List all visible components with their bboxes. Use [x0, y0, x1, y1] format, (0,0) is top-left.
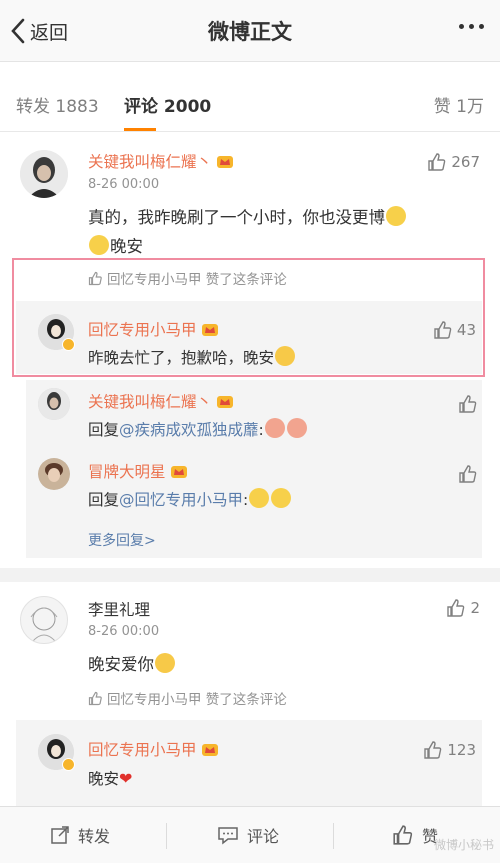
comment-time: 8-26 00:00 — [88, 177, 160, 192]
more-replies-link[interactable]: 更多回复> — [88, 530, 156, 550]
thumbs-up-icon — [88, 271, 102, 285]
nav-bar: 返回 微博正文 — [0, 0, 500, 62]
repost-button[interactable]: 转发 — [50, 823, 110, 847]
like-button[interactable] — [458, 464, 478, 484]
comment-time: 8-26 00:00 — [88, 624, 160, 639]
sad-emoji-icon — [386, 206, 406, 226]
tab-likes[interactable]: 赞 1万 — [434, 92, 484, 117]
avatar[interactable] — [20, 596, 68, 644]
avatar[interactable] — [38, 388, 70, 420]
verified-badge-icon — [62, 758, 75, 771]
like-button[interactable]: 43 — [433, 320, 476, 340]
sub-reply-username[interactable]: 关键我叫梅仁耀丶 — [88, 390, 234, 412]
cat-emoji-icon — [249, 488, 270, 508]
thumbs-up-icon — [428, 153, 446, 171]
reply-text: 昨晚去忙了，抱歉哈，晚安 — [88, 343, 296, 373]
reply-text: 晚安❤ — [88, 769, 133, 788]
thumbs-up-icon — [393, 825, 413, 845]
active-tab-indicator — [124, 128, 156, 131]
divider — [166, 823, 167, 849]
thumbs-up-icon — [459, 465, 477, 483]
like-count: 2 — [470, 599, 480, 617]
dot-icon — [479, 24, 484, 29]
tab-repost[interactable]: 转发 1883 — [16, 92, 99, 117]
liked-by-notice: 回忆专用小马甲 赞了这条评论 — [88, 268, 287, 288]
sub-reply-username[interactable]: 冒牌大明星 — [88, 460, 188, 482]
octopus-emoji-icon — [286, 418, 307, 438]
avatar[interactable] — [38, 458, 70, 490]
like-count: 267 — [451, 153, 480, 171]
comment-username[interactable]: 关键我叫梅仁耀丶 — [88, 150, 234, 172]
like-post-button[interactable]: 赞 — [392, 823, 438, 847]
thumbs-up-icon — [447, 599, 465, 617]
thumbs-up-icon — [424, 741, 442, 759]
crown-badge-icon — [201, 744, 218, 756]
avatar-portrait-icon — [20, 150, 68, 198]
dot-icon — [469, 24, 474, 29]
kiss-emoji-icon — [155, 653, 175, 673]
like-button[interactable]: 2 — [446, 598, 480, 618]
divider — [333, 823, 334, 849]
share-icon — [51, 826, 69, 844]
reply-username[interactable]: 回忆专用小马甲 — [88, 318, 219, 340]
sub-reply-text: 回复@疾病成欢孤独成蘼: — [88, 415, 308, 445]
cat-emoji-icon — [271, 488, 292, 508]
comment-username[interactable]: 李里礼理 — [88, 598, 150, 620]
crown-badge-icon — [217, 396, 234, 408]
author-reply — [16, 720, 482, 806]
like-button[interactable]: 123 — [423, 740, 476, 760]
watermark: 微博小秘书 — [433, 838, 494, 852]
tab-comments[interactable]: 评论 2000 — [124, 92, 211, 117]
mention-link[interactable]: @回忆专用小马甲 — [119, 491, 243, 509]
like-button[interactable] — [458, 394, 478, 414]
thumbs-up-icon — [459, 395, 477, 413]
verified-badge-icon — [62, 338, 75, 351]
hug-emoji-icon — [275, 346, 296, 366]
comment-button[interactable]: 评论 — [217, 823, 279, 847]
crown-badge-icon — [217, 156, 234, 168]
avatar-sketch-icon — [30, 607, 58, 642]
tab-bar: 转发 1883 评论 2000 赞 1万 — [0, 80, 500, 132]
thumbs-up-icon — [88, 691, 102, 705]
avatar-portrait-icon — [38, 388, 70, 420]
like-button[interactable]: 267 — [427, 152, 480, 172]
comment-text: 真的，我昨晚刷了一个小时，你也没更博 — [88, 203, 407, 233]
comment-text: 晚安爱你 — [88, 650, 176, 680]
crown-badge-icon — [170, 466, 187, 478]
page-title: 微博正文 — [208, 20, 292, 44]
thumbs-up-icon — [434, 321, 452, 339]
more-menu-button[interactable] — [459, 24, 484, 29]
octopus-emoji-icon — [264, 418, 285, 438]
liked-by-notice: 回忆专用小马甲 赞了这条评论 — [88, 688, 287, 708]
crown-badge-icon — [201, 324, 218, 336]
reply-username[interactable]: 回忆专用小马甲 — [88, 738, 219, 760]
avatar[interactable] — [20, 150, 68, 198]
sad-emoji-icon — [89, 235, 109, 255]
dot-icon — [459, 24, 464, 29]
comment-icon — [218, 827, 238, 845]
like-count: 123 — [447, 741, 476, 759]
section-divider — [0, 568, 500, 582]
heart-emoji-icon: ❤ — [119, 769, 133, 788]
mention-link[interactable]: @疾病成欢孤独成蘼 — [119, 421, 259, 439]
avatar-portrait-icon — [38, 458, 70, 490]
like-count: 43 — [456, 321, 476, 339]
bottom-action-bar: 转发 评论 赞 — [0, 806, 500, 863]
sub-reply-text: 回复@回忆专用小马甲: — [88, 485, 292, 515]
